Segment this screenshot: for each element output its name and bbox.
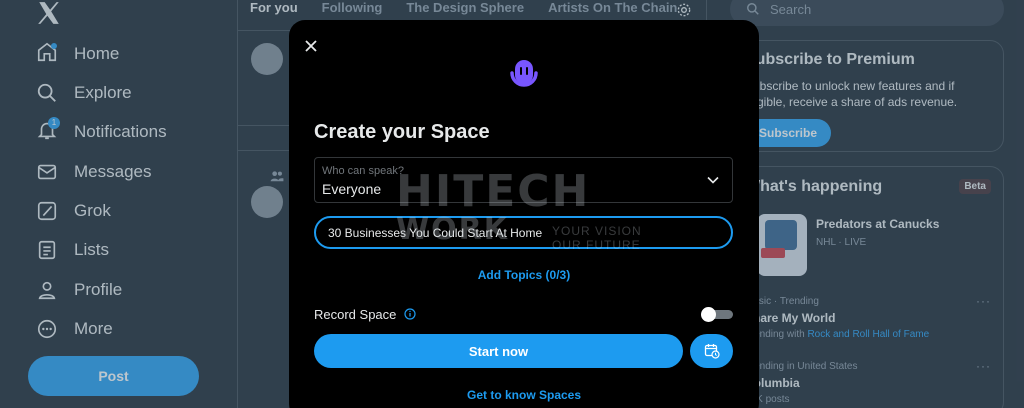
create-space-modal: Create your Space Who can speak? Everyon… — [289, 20, 759, 408]
record-toggle[interactable] — [701, 307, 733, 322]
get-to-know-spaces-link[interactable]: Get to know Spaces — [289, 388, 759, 402]
who-can-speak-select[interactable]: Who can speak? Everyone — [314, 157, 733, 203]
spaces-microphone-icon — [510, 60, 538, 87]
schedule-button[interactable] — [690, 334, 733, 368]
record-label: Record Space — [314, 306, 397, 322]
info-icon[interactable] — [404, 308, 416, 320]
space-title-input[interactable] — [314, 216, 733, 249]
add-topics-link[interactable]: Add Topics (0/3) — [289, 268, 759, 282]
chevron-down-icon — [707, 176, 719, 184]
record-space-row: Record Space — [314, 304, 733, 324]
close-icon — [305, 40, 317, 52]
select-label: Who can speak? — [322, 165, 404, 177]
close-button[interactable] — [301, 36, 321, 56]
start-now-button[interactable]: Start now — [314, 334, 683, 368]
modal-title: Create your Space — [314, 121, 490, 143]
calendar-clock-icon — [704, 344, 720, 359]
select-value: Everyone — [322, 181, 382, 197]
